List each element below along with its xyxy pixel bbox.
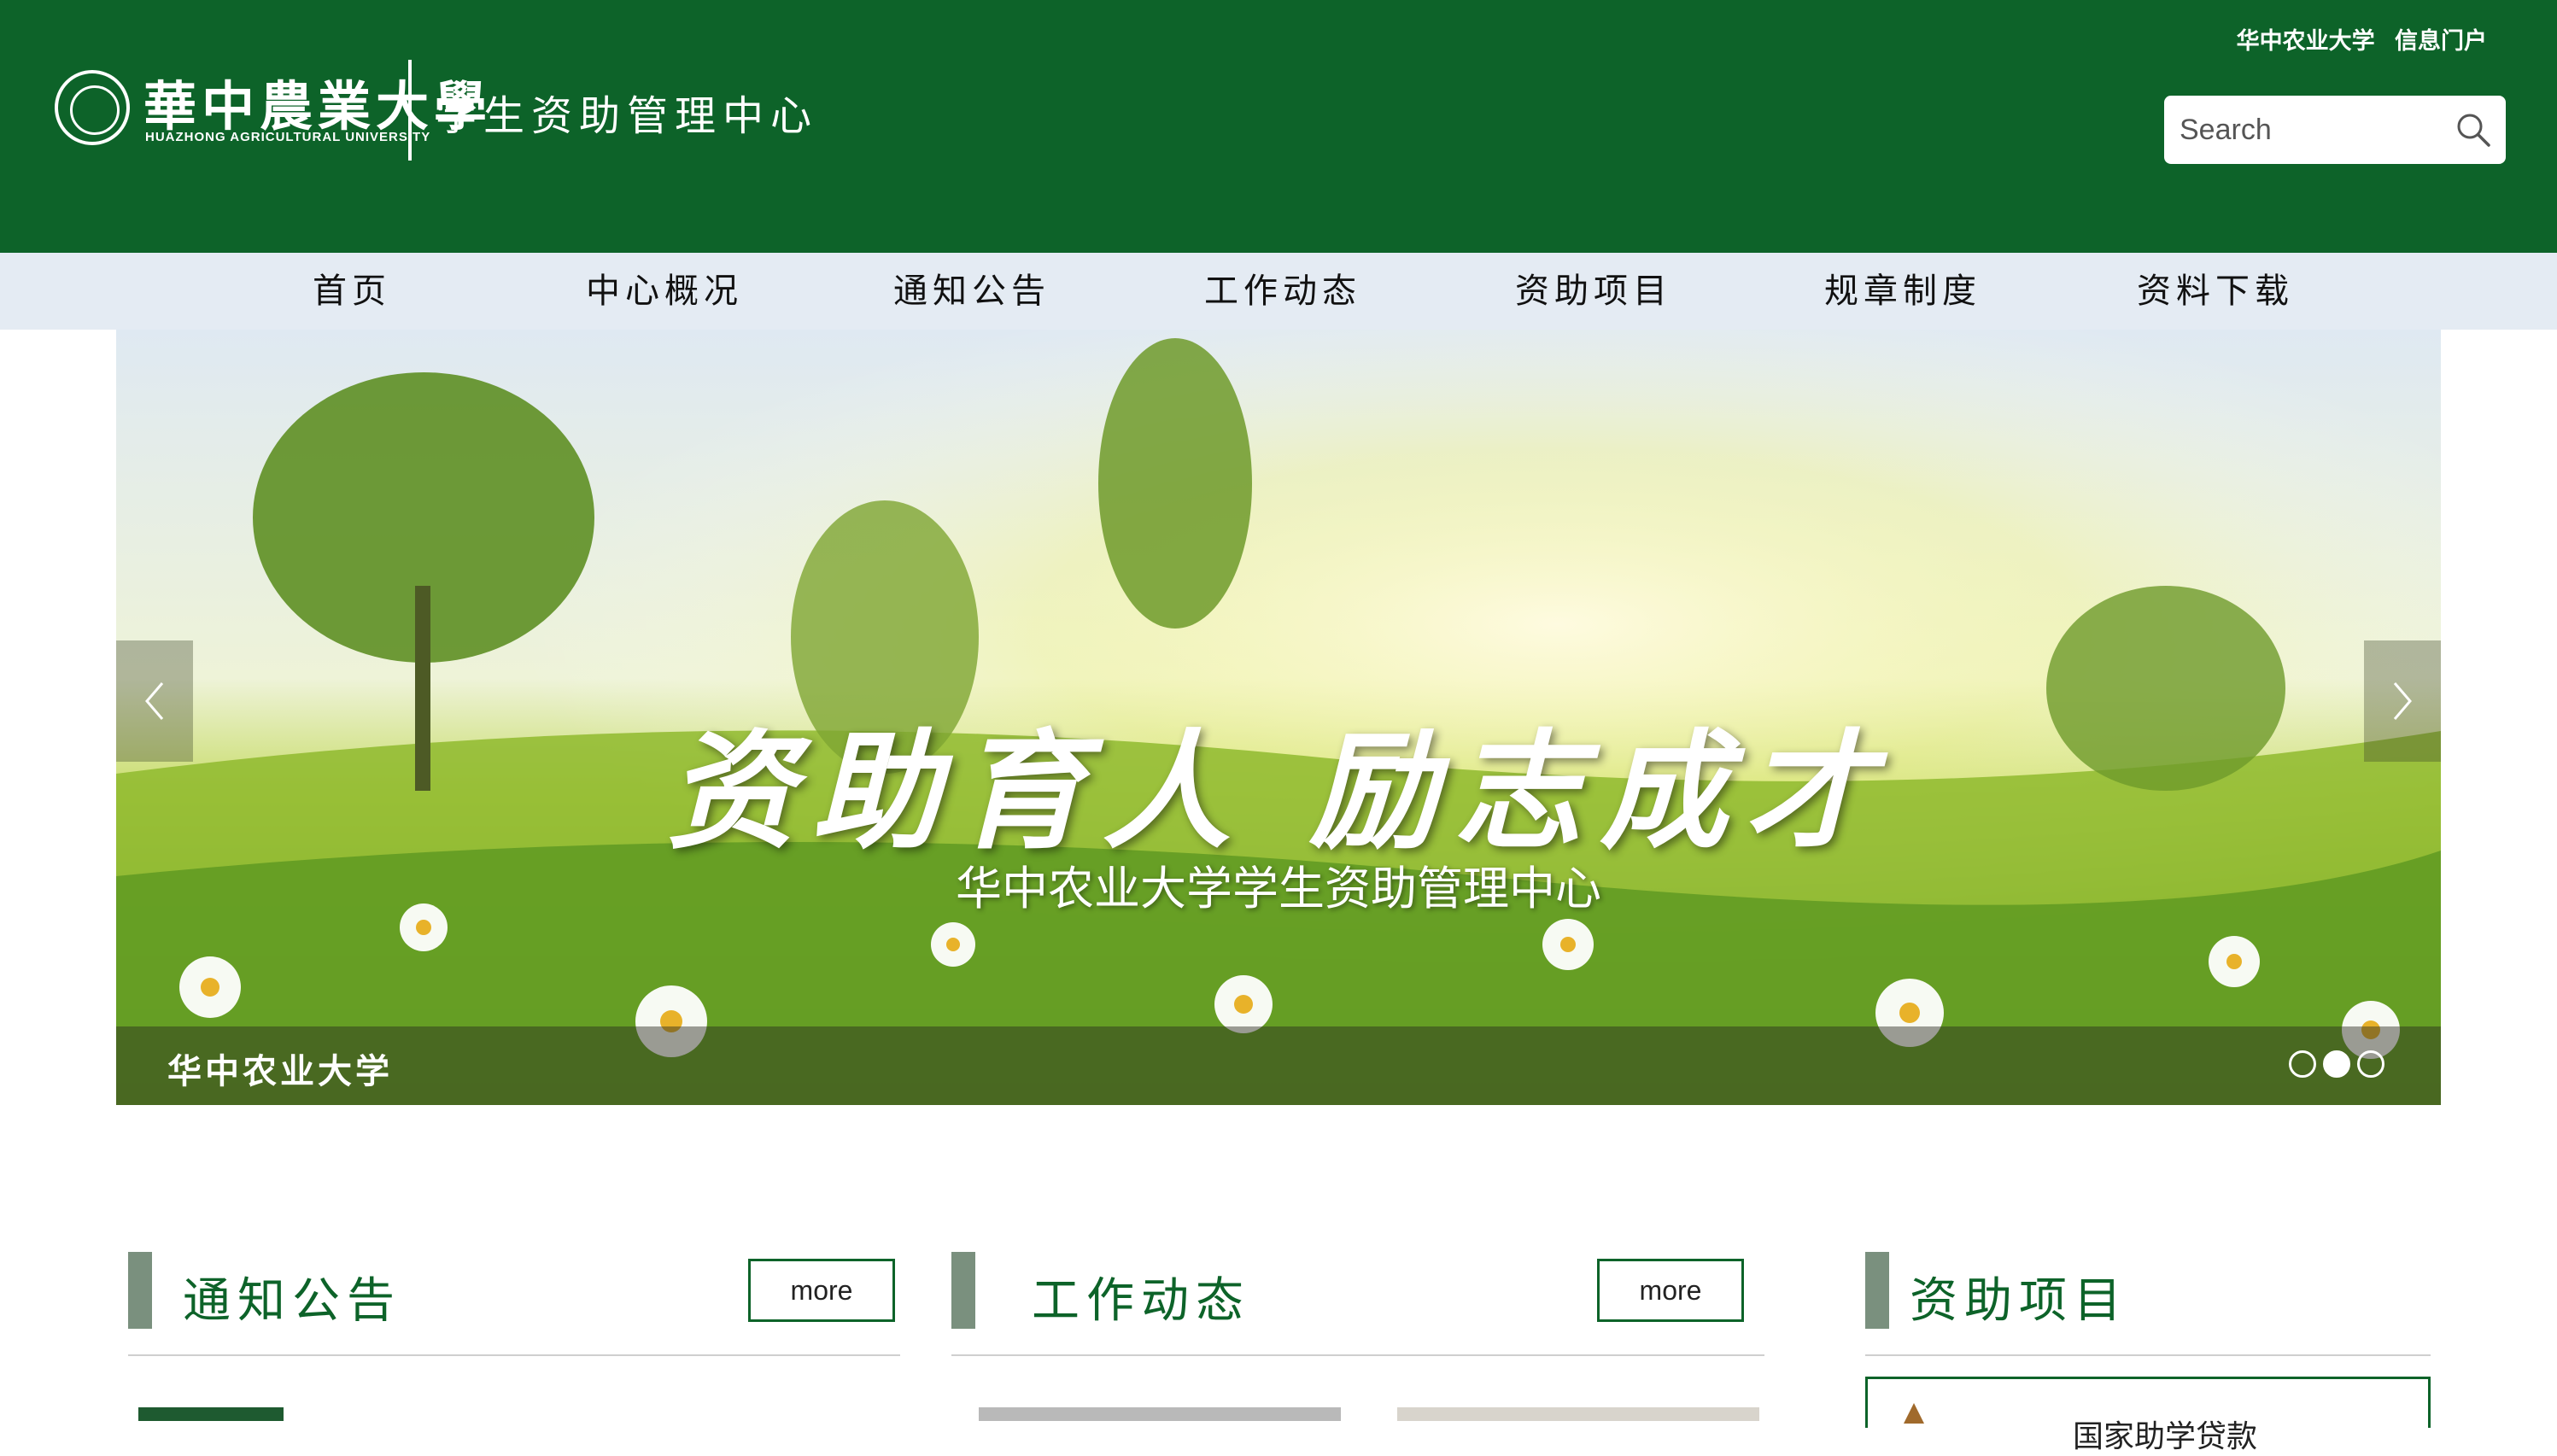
project-icon xyxy=(1904,1403,1924,1424)
work-section-divider xyxy=(951,1354,1764,1356)
carousel-dot-3[interactable] xyxy=(2357,1050,2384,1078)
projects-section-bar xyxy=(1865,1252,1889,1329)
university-emblem-icon[interactable] xyxy=(55,70,130,145)
hero-banner[interactable]: 资助育人 励志成才 华中农业大学学生资助管理中心 华中农业大学 xyxy=(116,330,2441,1105)
chevron-left-icon xyxy=(145,682,164,720)
banner-slogan: 资助育人 励志成才 xyxy=(666,716,1891,867)
main-nav: 首页 中心概况 通知公告 工作动态 资助项目 规章制度 资料下载 xyxy=(0,253,2557,330)
search-icon[interactable] xyxy=(2455,111,2492,149)
banner-prev-button[interactable] xyxy=(116,640,193,762)
chevron-right-icon xyxy=(2393,682,2412,720)
projects-section-title[interactable]: 资助项目 xyxy=(1910,1262,2128,1331)
nav-notices[interactable]: 通知公告 xyxy=(893,253,1050,330)
banner-next-button[interactable] xyxy=(2364,640,2441,762)
notice-section-divider xyxy=(128,1354,900,1356)
search-box xyxy=(2164,96,2506,164)
search-input[interactable] xyxy=(2180,96,2444,164)
nav-home[interactable]: 首页 xyxy=(313,253,391,330)
project-card[interactable]: 国家助学贷款 xyxy=(1865,1377,2431,1454)
work-section-title[interactable]: 工作动态 xyxy=(1032,1262,1250,1331)
nav-regulations[interactable]: 规章制度 xyxy=(1824,253,1981,330)
notice-more-button[interactable]: more xyxy=(748,1259,895,1322)
banner-caption: 华中农业大学 xyxy=(167,1052,393,1091)
header: 華中農業大學 HUAZHONG AGRICULTURAL UNIVERSITY … xyxy=(0,0,2557,253)
projects-section-divider xyxy=(1865,1354,2431,1356)
link-university-home[interactable]: 华中农业大学 xyxy=(2237,28,2375,55)
link-info-portal[interactable]: 信息门户 xyxy=(2395,28,2487,55)
work-news-thumbnail-1[interactable] xyxy=(979,1407,1341,1421)
site-title[interactable]: 学生资助管理中心 xyxy=(436,82,818,142)
work-news-thumbnail-2[interactable] xyxy=(1397,1407,1759,1421)
carousel-dot-2[interactable] xyxy=(2323,1050,2350,1078)
carousel-dot-1[interactable] xyxy=(2289,1050,2316,1078)
work-section-bar xyxy=(951,1252,975,1329)
nav-downloads[interactable]: 资料下载 xyxy=(2137,253,2294,330)
top-links: 华中农业大学 信息门户 xyxy=(2225,22,2487,56)
notice-section-bar xyxy=(128,1252,152,1329)
notice-section-title[interactable]: 通知公告 xyxy=(183,1262,401,1331)
work-more-button[interactable]: more xyxy=(1597,1259,1744,1322)
banner-caption-bar: 华中农业大学 xyxy=(116,1026,2441,1105)
nav-center-overview[interactable]: 中心概况 xyxy=(586,253,743,330)
banner-subtitle: 华中农业大学学生资助管理中心 xyxy=(956,862,1601,915)
logo-divider xyxy=(408,60,412,161)
project-card-label: 国家助学贷款 xyxy=(2073,1419,2258,1454)
notice-thumbnail[interactable] xyxy=(138,1407,284,1421)
nav-aid-projects[interactable]: 资助项目 xyxy=(1515,253,1672,330)
nav-work-news[interactable]: 工作动态 xyxy=(1204,253,1361,330)
logo-english-name: HUAZHONG AGRICULTURAL UNIVERSITY xyxy=(145,130,431,144)
